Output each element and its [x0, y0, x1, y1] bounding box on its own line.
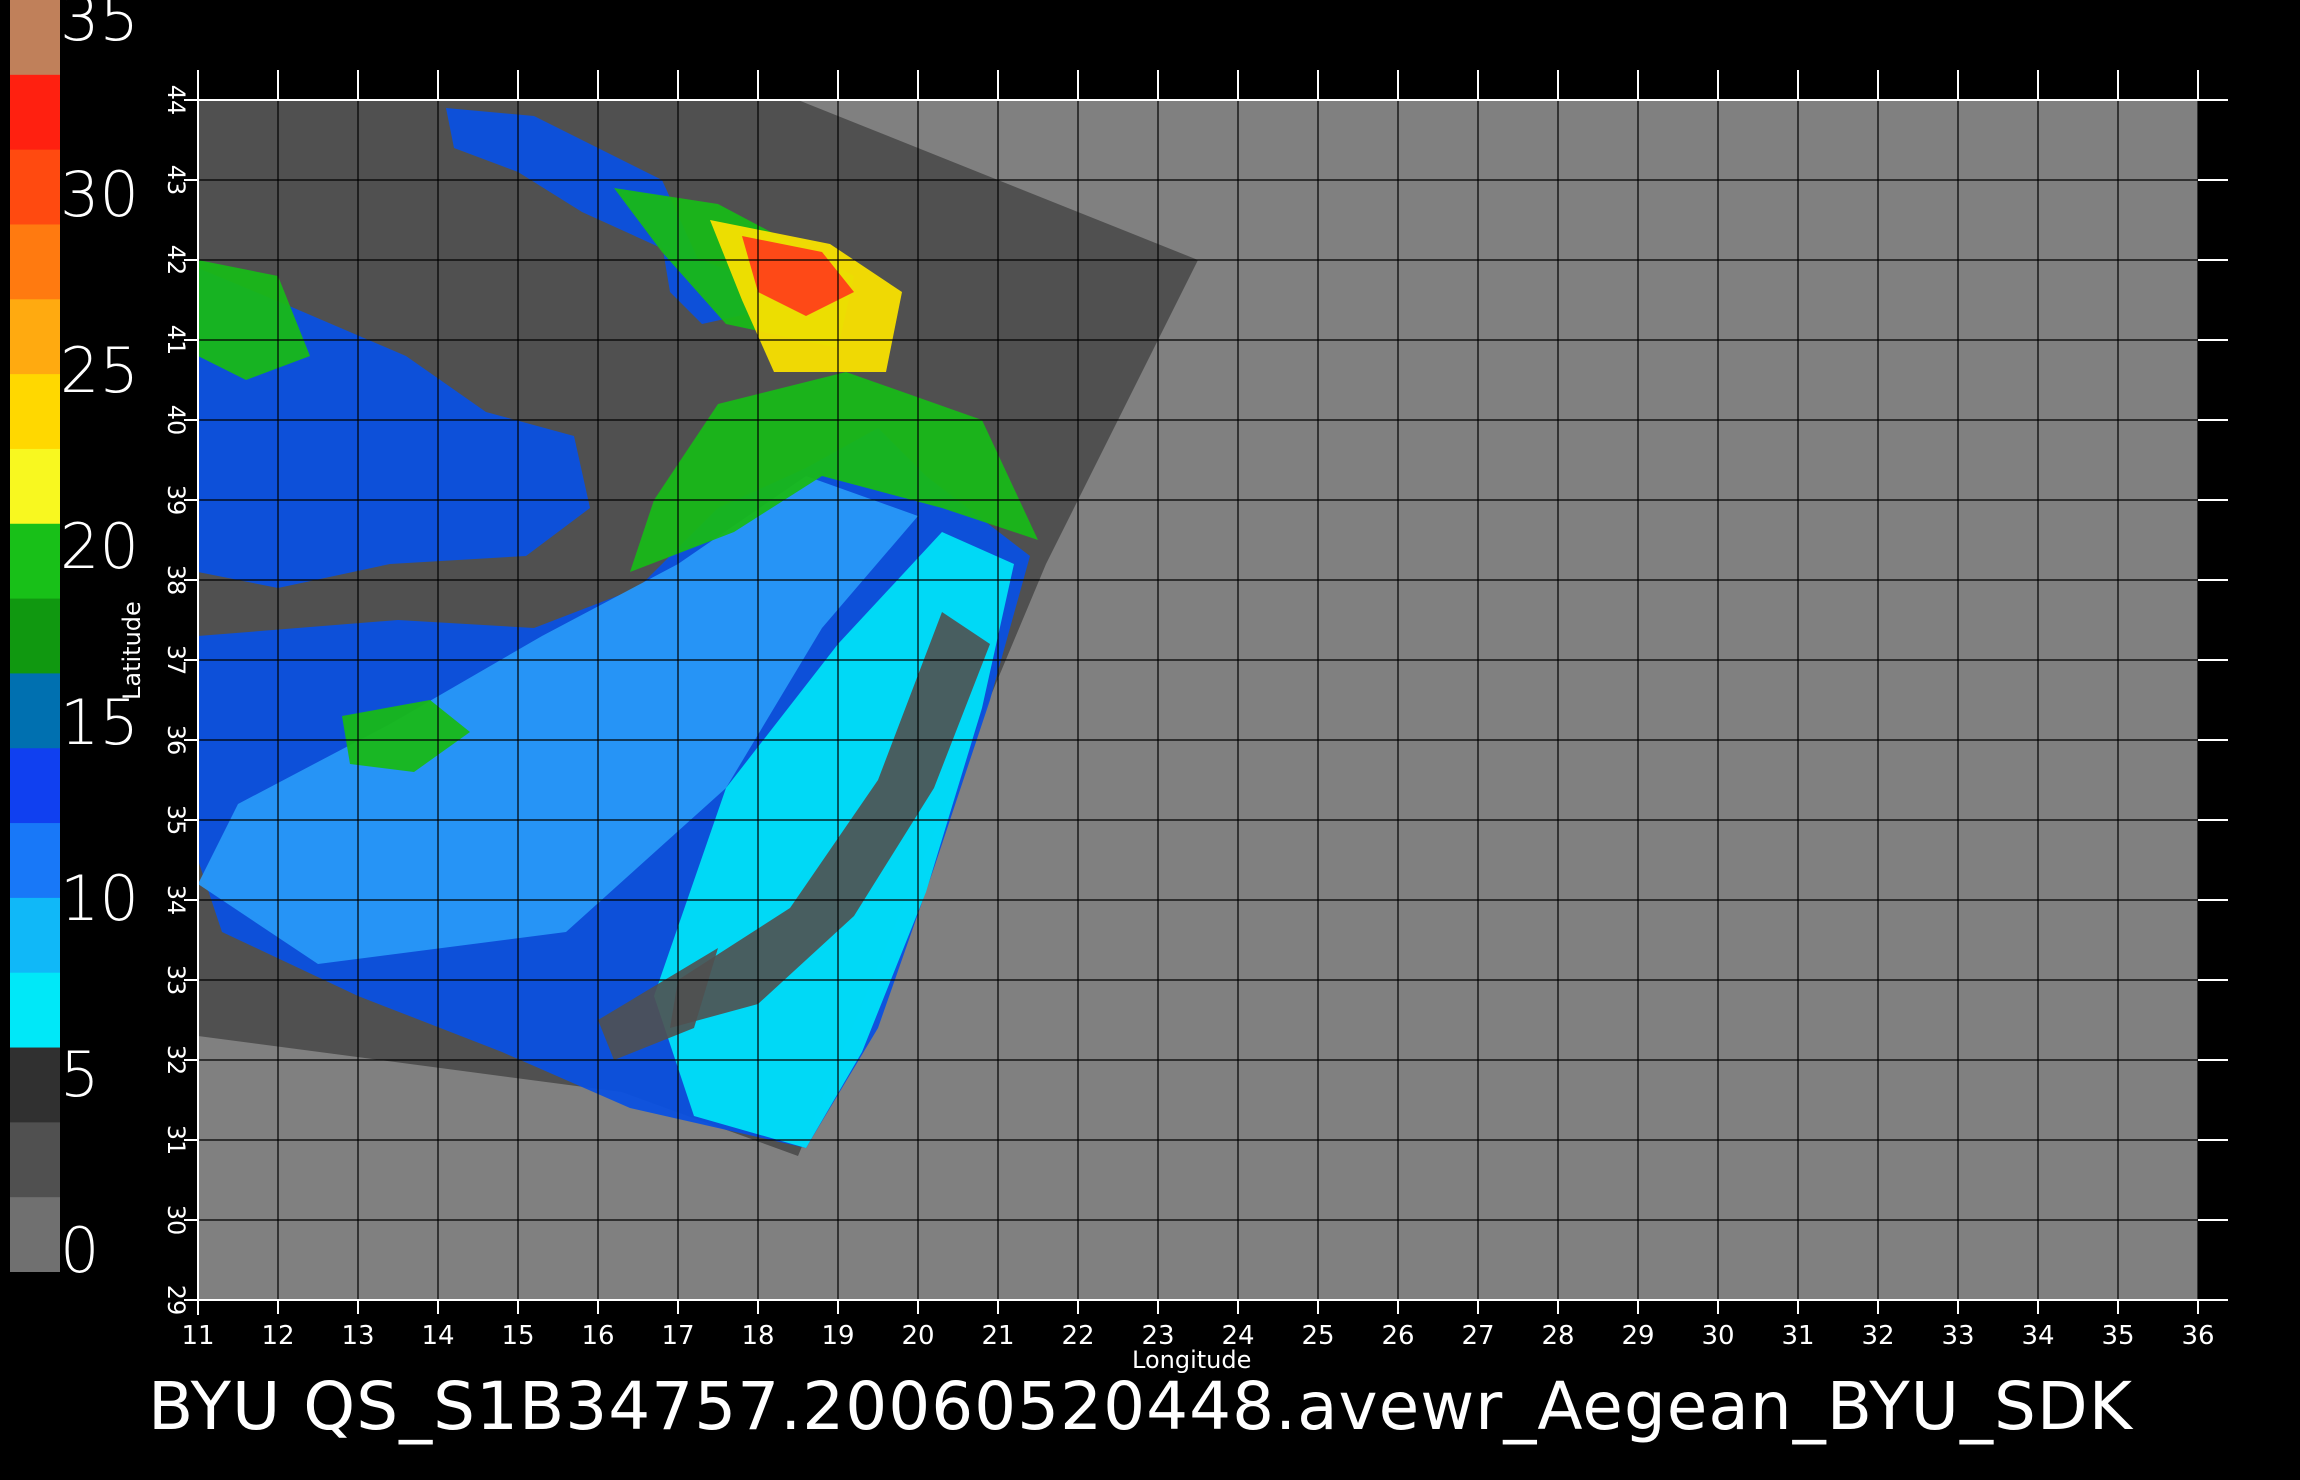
lat-tick-label: 36 — [162, 725, 190, 756]
lon-tick-label: 17 — [661, 1321, 694, 1351]
lon-tick-label: 22 — [1061, 1321, 1094, 1351]
lon-tick-label: 15 — [501, 1321, 534, 1351]
lat-tick-label: 42 — [162, 245, 190, 276]
wind-map-figure: 35 30 25 20 15 10 5 0 11 12 13 14 15 16 17 18 19 20 21 22 2… — [0, 0, 2300, 1480]
lon-tick-label: 14 — [421, 1321, 454, 1351]
lon-tick-label: 26 — [1381, 1321, 1414, 1351]
lat-tick-label: 39 — [162, 485, 190, 516]
lat-tick-label: 30 — [162, 1205, 190, 1236]
lat-tick-label: 40 — [162, 405, 190, 436]
lon-tick-label: 28 — [1541, 1321, 1574, 1351]
lon-tick-label: 21 — [981, 1321, 1014, 1351]
wind-map: 11 12 13 14 15 16 17 18 19 20 21 22 23 24 25 26 27 28 29 30… — [162, 70, 2228, 1351]
lon-tick-label: 19 — [821, 1321, 854, 1351]
lat-tick-label: 32 — [162, 1045, 190, 1076]
lat-tick-label: 31 — [162, 1125, 190, 1156]
lat-tick-label: 43 — [162, 165, 190, 196]
lat-tick-label: 38 — [162, 565, 190, 596]
figure-title: BYU QS_S1B34757.20060520448.avewr_Aegean… — [148, 1368, 2133, 1445]
lat-tick-label: 34 — [162, 885, 190, 916]
lat-tick-label: 37 — [162, 645, 190, 676]
lat-tick-label: 35 — [162, 805, 190, 836]
lon-tick-label: 34 — [2021, 1321, 2054, 1351]
lon-tick-label: 33 — [1941, 1321, 1974, 1351]
lat-tick-label: 33 — [162, 965, 190, 996]
lat-tick-label: 29 — [162, 1285, 190, 1316]
y-axis-title: Latitude — [118, 601, 146, 700]
lon-tick-label: 13 — [341, 1321, 374, 1351]
lon-tick-label: 16 — [581, 1321, 614, 1351]
lon-tick-label: 32 — [1861, 1321, 1894, 1351]
lon-tick-label: 18 — [741, 1321, 774, 1351]
lat-tick-label: 41 — [162, 325, 190, 356]
lon-tick-label: 36 — [2181, 1321, 2214, 1351]
lon-tick-label: 29 — [1621, 1321, 1654, 1351]
lon-tick-label: 25 — [1301, 1321, 1334, 1351]
lat-tick-label: 44 — [162, 85, 190, 116]
lon-tick-label: 35 — [2101, 1321, 2134, 1351]
lon-tick-label: 12 — [261, 1321, 294, 1351]
lon-tick-label: 11 — [181, 1321, 214, 1351]
lon-tick-label: 30 — [1701, 1321, 1734, 1351]
lon-tick-label: 31 — [1781, 1321, 1814, 1351]
lon-tick-label: 27 — [1461, 1321, 1494, 1351]
lon-tick-label: 20 — [901, 1321, 934, 1351]
